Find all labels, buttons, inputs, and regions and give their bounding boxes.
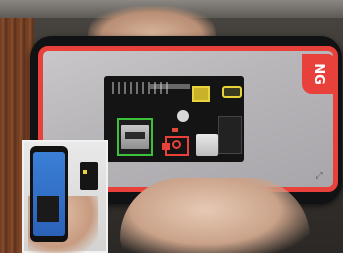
dc-jack bbox=[218, 116, 242, 154]
defect-circle bbox=[172, 140, 181, 149]
inset-screen-board bbox=[37, 196, 59, 222]
inset-board-component bbox=[83, 170, 87, 174]
led-component bbox=[172, 128, 178, 132]
usb-port-slot bbox=[125, 132, 145, 139]
switch-component bbox=[196, 134, 218, 156]
pin-header-warning-box bbox=[192, 86, 210, 102]
component-warning-box bbox=[222, 86, 242, 98]
result-badge-label: NG bbox=[311, 63, 326, 85]
inset-phone-screen bbox=[33, 152, 65, 236]
board-silkscreen bbox=[150, 84, 190, 89]
inset-board bbox=[80, 162, 98, 190]
capacitor bbox=[177, 110, 189, 122]
hand-bottom bbox=[120, 178, 310, 253]
expand-icon[interactable]: ⤢ bbox=[312, 170, 326, 182]
photo-scene: NG ⤢ bbox=[0, 0, 343, 253]
